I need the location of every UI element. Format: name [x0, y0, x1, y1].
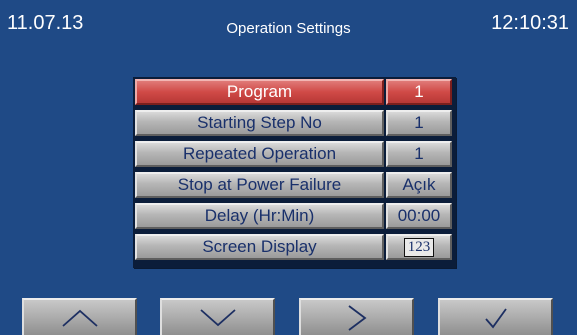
- setting-label[interactable]: Delay (Hr:Min): [135, 203, 384, 229]
- setting-value[interactable]: 1: [386, 110, 452, 136]
- setting-value[interactable]: 00:00: [386, 203, 452, 229]
- setting-label[interactable]: Repeated Operation: [135, 141, 384, 167]
- settings-table: Program 1 Starting Step No 1 Repeated Op…: [133, 77, 456, 268]
- nav-next-button[interactable]: [299, 298, 414, 335]
- setting-value[interactable]: Açık: [386, 172, 452, 198]
- setting-label[interactable]: Screen Display: [135, 234, 384, 260]
- chevron-right-icon: [347, 304, 366, 331]
- setting-value[interactable]: 123: [386, 234, 452, 260]
- chevron-up-icon: [61, 309, 98, 327]
- check-icon: [484, 307, 507, 328]
- nav-up-button[interactable]: [22, 298, 137, 335]
- header-time: 12:10:31: [491, 12, 569, 34]
- setting-value[interactable]: 1: [386, 79, 452, 105]
- chevron-down-icon: [199, 308, 236, 326]
- setting-label[interactable]: Starting Step No: [135, 110, 384, 136]
- setting-label[interactable]: Stop at Power Failure: [135, 172, 384, 198]
- setting-label[interactable]: Program: [135, 79, 384, 105]
- screen-display-value: 123: [403, 237, 435, 257]
- nav-down-button[interactable]: [160, 298, 275, 335]
- screen: 11.07.13 Operation Settings 12:10:31 Pro…: [0, 0, 577, 335]
- nav-confirm-button[interactable]: [438, 298, 553, 335]
- setting-value[interactable]: 1: [386, 141, 452, 167]
